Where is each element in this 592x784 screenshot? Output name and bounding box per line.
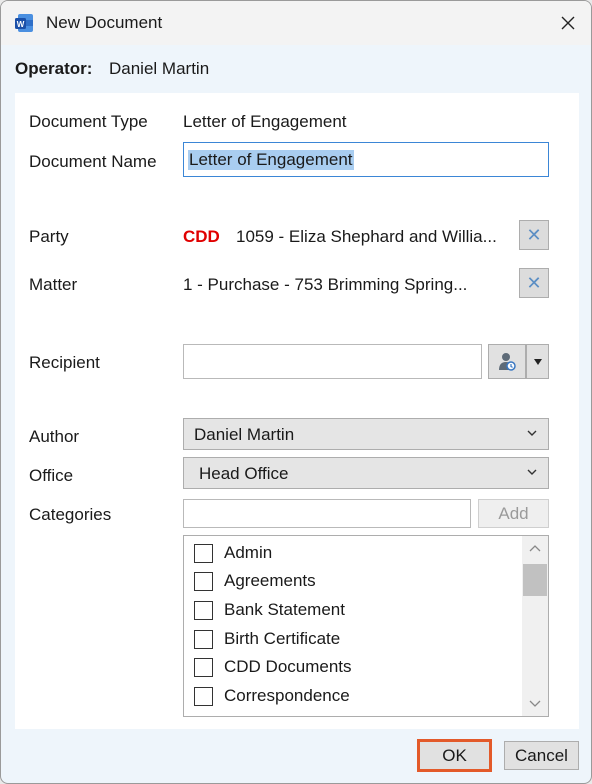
- close-button[interactable]: [545, 1, 591, 45]
- chevron-down-icon: [527, 469, 537, 475]
- new-document-dialog: W New Document Operator: Daniel Martin D…: [0, 0, 592, 784]
- title-bar: W New Document: [1, 1, 591, 45]
- list-item-label: Bank Statement: [224, 600, 345, 619]
- document-name-text: Letter of Engagement: [188, 150, 354, 170]
- list-item[interactable]: Bank Statement: [194, 598, 345, 622]
- recipient-input[interactable]: [183, 344, 482, 379]
- checkbox[interactable]: [194, 657, 213, 677]
- list-scrollbar[interactable]: [522, 536, 548, 716]
- party-label: Party: [29, 227, 69, 246]
- document-type-label: Document Type: [29, 112, 148, 131]
- recipient-lookup-button[interactable]: [488, 344, 526, 379]
- list-item[interactable]: Agreements: [194, 569, 316, 593]
- add-category-button[interactable]: Add: [478, 499, 549, 528]
- categories-list[interactable]: Admin Agreements Bank Statement Birth Ce…: [183, 535, 549, 717]
- list-item[interactable]: CDD Documents: [194, 655, 352, 679]
- chevron-up-icon[interactable]: [529, 544, 541, 554]
- checkbox[interactable]: [194, 571, 213, 591]
- clear-icon: ✕: [526, 272, 542, 293]
- checkbox[interactable]: [194, 629, 213, 649]
- form-panel: Document Type Letter of Engagement Docum…: [15, 93, 579, 729]
- list-item[interactable]: Correspondence: [194, 684, 350, 708]
- document-name-label: Document Name: [29, 152, 157, 171]
- document-type-value: Letter of Engagement: [183, 112, 347, 131]
- office-selected: Head Office: [199, 464, 289, 483]
- list-item[interactable]: Admin: [194, 541, 272, 565]
- list-item-label: Correspondence: [224, 686, 350, 705]
- office-select[interactable]: Head Office: [183, 457, 549, 489]
- matter-label: Matter: [29, 275, 78, 294]
- list-item-label: Agreements: [224, 571, 316, 590]
- list-item[interactable]: Birth Certificate: [194, 627, 340, 651]
- operator-label: Operator:: [15, 59, 93, 78]
- chevron-down-icon: [527, 430, 537, 436]
- operator-value: Daniel Martin: [109, 59, 210, 78]
- window-title: New Document: [46, 13, 163, 32]
- office-label: Office: [29, 466, 74, 485]
- author-selected: Daniel Martin: [194, 425, 295, 444]
- checkbox[interactable]: [194, 543, 213, 563]
- checkbox[interactable]: [194, 600, 213, 620]
- author-select[interactable]: Daniel Martin: [183, 418, 549, 450]
- list-item-label: Birth Certificate: [224, 629, 341, 648]
- checkbox[interactable]: [194, 686, 213, 706]
- list-item-label: Admin: [224, 543, 273, 562]
- categories-label: Categories: [29, 505, 112, 524]
- list-item-label: CDD Documents: [224, 657, 352, 676]
- clear-matter-button[interactable]: ✕: [519, 268, 549, 298]
- matter-value: 1 - Purchase - 753 Brimming Spring...: [183, 275, 468, 294]
- clear-party-button[interactable]: ✕: [519, 220, 549, 250]
- recipient-label: Recipient: [29, 353, 100, 372]
- user-lookup-icon: [499, 352, 516, 371]
- party-cdd-badge: CDD: [183, 227, 220, 246]
- author-label: Author: [29, 427, 80, 446]
- operator-bar: Operator: Daniel Martin: [1, 45, 591, 93]
- scrollbar-thumb[interactable]: [523, 564, 547, 596]
- document-name-input[interactable]: Letter of Engagement: [183, 142, 549, 177]
- category-input[interactable]: [183, 499, 471, 528]
- dropdown-arrow-icon: [533, 358, 542, 365]
- chevron-down-icon[interactable]: [529, 698, 541, 708]
- party-value: 1059 - Eliza Shephard and Willia...: [236, 227, 497, 246]
- close-icon: [561, 16, 575, 30]
- cancel-button[interactable]: Cancel: [504, 741, 579, 770]
- ok-button[interactable]: OK: [417, 739, 492, 772]
- recipient-dropdown-button[interactable]: [526, 344, 549, 379]
- clear-icon: ✕: [526, 224, 542, 245]
- svg-text:W: W: [17, 20, 25, 29]
- word-icon: W: [14, 13, 34, 33]
